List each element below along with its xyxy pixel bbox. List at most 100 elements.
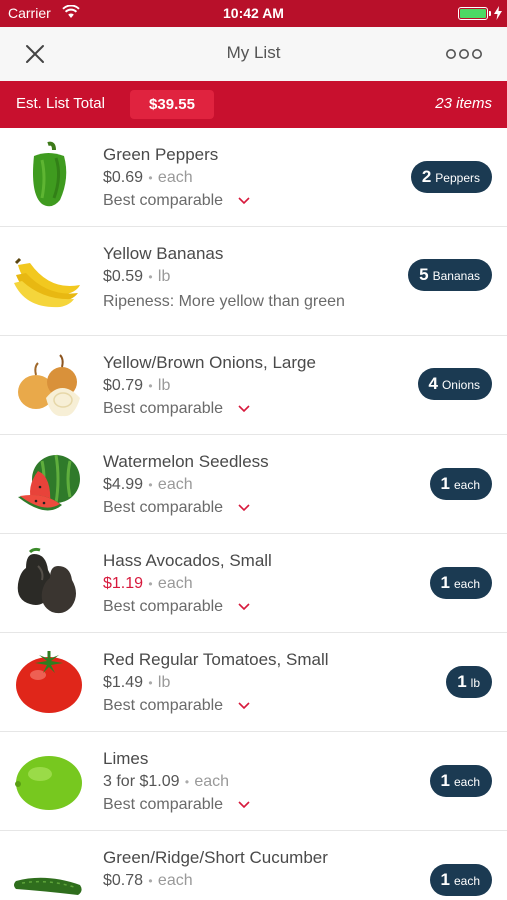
list-item[interactable]: Yellow Bananas $0.59 • lb Ripeness: More… <box>0 227 507 336</box>
ripeness-note: Ripeness: More yellow than green <box>103 293 345 310</box>
battery-tip <box>489 11 491 16</box>
qty-number: 5 <box>419 265 429 284</box>
chevron-down-icon <box>237 197 250 204</box>
qty-number: 1 <box>440 573 450 592</box>
quantity-button[interactable]: 1 each <box>429 864 492 896</box>
substitution-label: Best comparable <box>103 192 224 209</box>
onion-image <box>18 354 80 417</box>
item-unit: each <box>157 872 193 889</box>
item-unit: lb <box>157 377 171 394</box>
item-name: Yellow Bananas <box>103 244 224 263</box>
item-name: Hass Avocados, Small <box>103 551 272 570</box>
total-label: Est. List Total <box>16 95 105 112</box>
item-name: Green Peppers <box>103 145 219 164</box>
item-name: Limes <box>103 749 149 768</box>
item-price: $4.99 <box>103 476 144 493</box>
clock: 10:42 AM <box>223 5 284 21</box>
list-item[interactable]: Limes 3 for $1.09 • each Best comparable… <box>0 732 507 831</box>
qty-number: 2 <box>421 167 432 186</box>
qty-unit: each <box>453 775 480 789</box>
item-price-line: $1.19 • each <box>103 575 193 592</box>
page-title: My List <box>226 43 281 62</box>
list-item[interactable]: Red Regular Tomatoes, Small $1.49 • lb B… <box>0 633 507 732</box>
quantity-button[interactable]: 1 each <box>429 468 492 500</box>
qty-number: 1 <box>457 672 467 691</box>
quantity-button[interactable]: 1 each <box>429 765 492 797</box>
tomato-image <box>16 651 82 713</box>
item-price-line: $1.49 • lb <box>103 674 171 691</box>
chevron-down-icon <box>237 405 250 412</box>
item-price: $0.78 <box>103 872 144 889</box>
quantity-button[interactable]: 1 lb <box>446 666 492 698</box>
quantity-button[interactable]: 1 each <box>429 567 492 599</box>
more-icon[interactable] <box>444 44 484 64</box>
qty-unit: each <box>453 874 480 888</box>
status-bar: Carrier 10:42 AM <box>0 0 507 27</box>
quantity-button[interactable]: 2 Peppers <box>410 161 492 193</box>
qty-unit: each <box>453 577 480 591</box>
banana-image <box>14 257 80 308</box>
substitution-label: Best comparable <box>103 697 224 714</box>
list-item[interactable]: Green/Ridge/Short Cucumber $0.78 • each … <box>0 831 507 900</box>
item-price-line: $0.79 • lb <box>103 377 171 394</box>
item-name: Watermelon Seedless <box>103 452 269 471</box>
item-price-sale: $1.19 <box>103 575 144 592</box>
item-unit: each <box>157 575 193 592</box>
item-price: 3 for $1.09 <box>103 773 180 790</box>
item-price: $0.69 <box>103 169 144 186</box>
list-item[interactable]: Watermelon Seedless $4.99 • each Best co… <box>0 435 507 534</box>
item-price-line: 3 for $1.09 • each <box>103 773 230 790</box>
qty-unit: Bananas <box>432 269 480 283</box>
nav-bar: My List <box>0 27 507 81</box>
substitution-label: Best comparable <box>103 499 224 516</box>
item-price-line: $0.78 • each <box>103 872 193 889</box>
substitution-option[interactable]: Best comparable <box>103 499 250 517</box>
item-unit: lb <box>157 268 171 285</box>
qty-number: 1 <box>440 771 450 790</box>
item-name: Green/Ridge/Short Cucumber <box>103 848 328 867</box>
substitution-option[interactable]: Best comparable <box>103 598 250 616</box>
chevron-down-icon <box>237 603 250 610</box>
quantity-button[interactable]: 5 Bananas <box>408 259 492 291</box>
list-item[interactable]: Green Peppers $0.69 • each Best comparab… <box>0 128 507 227</box>
list-item[interactable]: Hass Avocados, Small $1.19 • each Best c… <box>0 534 507 633</box>
substitution-option[interactable]: Best comparable <box>103 697 250 715</box>
substitution-label: Best comparable <box>103 598 224 615</box>
total-amount-badge: $39.55 <box>130 90 214 119</box>
charging-bolt-icon <box>494 6 502 20</box>
substitution-option[interactable]: Best comparable <box>103 400 250 418</box>
item-name: Red Regular Tomatoes, Small <box>103 650 329 669</box>
qty-number: 1 <box>440 474 450 493</box>
item-price-line: $0.59 • lb <box>103 268 171 285</box>
cucumber-image <box>14 877 82 895</box>
qty-unit: lb <box>470 676 480 690</box>
chevron-down-icon <box>237 801 250 808</box>
item-price-line: $0.69 • each <box>103 169 193 186</box>
chevron-down-icon <box>237 504 250 511</box>
list-total-bar: Est. List Total $39.55 23 items <box>0 81 507 128</box>
item-unit: each <box>157 476 193 493</box>
qty-number: 1 <box>440 870 450 889</box>
qty-unit: Onions <box>441 378 480 392</box>
substitution-label: Best comparable <box>103 796 224 813</box>
substitution-option[interactable]: Best comparable <box>103 192 250 210</box>
list-item[interactable]: Yellow/Brown Onions, Large $0.79 • lb Be… <box>0 336 507 435</box>
quantity-button[interactable]: 4 Onions <box>417 368 492 400</box>
item-unit: each <box>194 773 230 790</box>
watermelon-image <box>18 454 80 511</box>
item-price: $0.79 <box>103 377 144 394</box>
item-unit: lb <box>157 674 171 691</box>
chevron-down-icon <box>237 702 250 709</box>
item-price: $1.49 <box>103 674 144 691</box>
substitution-option[interactable]: Best comparable <box>103 796 250 814</box>
qty-unit: each <box>453 478 480 492</box>
lime-image <box>15 756 82 810</box>
item-price: $0.59 <box>103 268 144 285</box>
item-price-line: $4.99 • each <box>103 476 193 493</box>
item-name: Yellow/Brown Onions, Large <box>103 353 316 372</box>
substitution-label: Best comparable <box>103 400 224 417</box>
qty-number: 4 <box>428 374 438 393</box>
qty-unit: Peppers <box>435 171 480 185</box>
battery-icon <box>458 7 488 20</box>
green-pepper-image <box>33 141 67 207</box>
